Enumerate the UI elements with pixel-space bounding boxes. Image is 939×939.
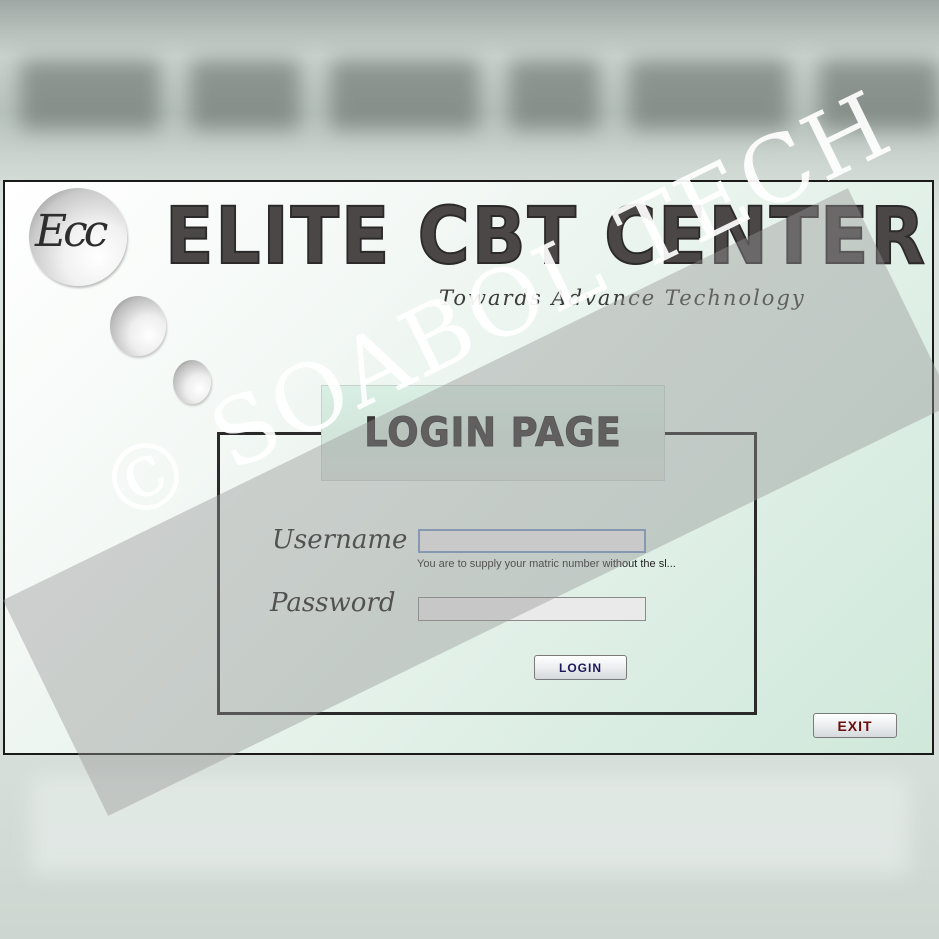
logo-icon: Ecc	[29, 188, 127, 286]
password-input[interactable]	[418, 597, 646, 621]
password-label: Password	[270, 588, 396, 618]
decorative-bubble-small	[173, 360, 211, 404]
login-header: LOGIN PAGE	[321, 385, 665, 481]
logo-text: Ecc	[35, 206, 108, 257]
blurred-title-band	[0, 60, 939, 160]
username-input[interactable]	[418, 529, 646, 553]
app-window: Ecc ELITE CBT CENTER Towards Advance Tec…	[3, 180, 934, 755]
app-title: ELITE CBT CENTER	[164, 191, 927, 283]
username-hint: You are to supply your matric number wit…	[417, 558, 676, 570]
login-button[interactable]: LOGIN	[534, 655, 627, 680]
exit-button[interactable]: EXIT	[813, 713, 897, 738]
decorative-bubble-large	[110, 296, 166, 356]
tagline: Towards Advance Technology	[439, 286, 806, 310]
blurred-bottom-panel	[30, 775, 910, 875]
login-title: LOGIN PAGE	[364, 410, 622, 457]
username-label: Username	[272, 525, 408, 555]
